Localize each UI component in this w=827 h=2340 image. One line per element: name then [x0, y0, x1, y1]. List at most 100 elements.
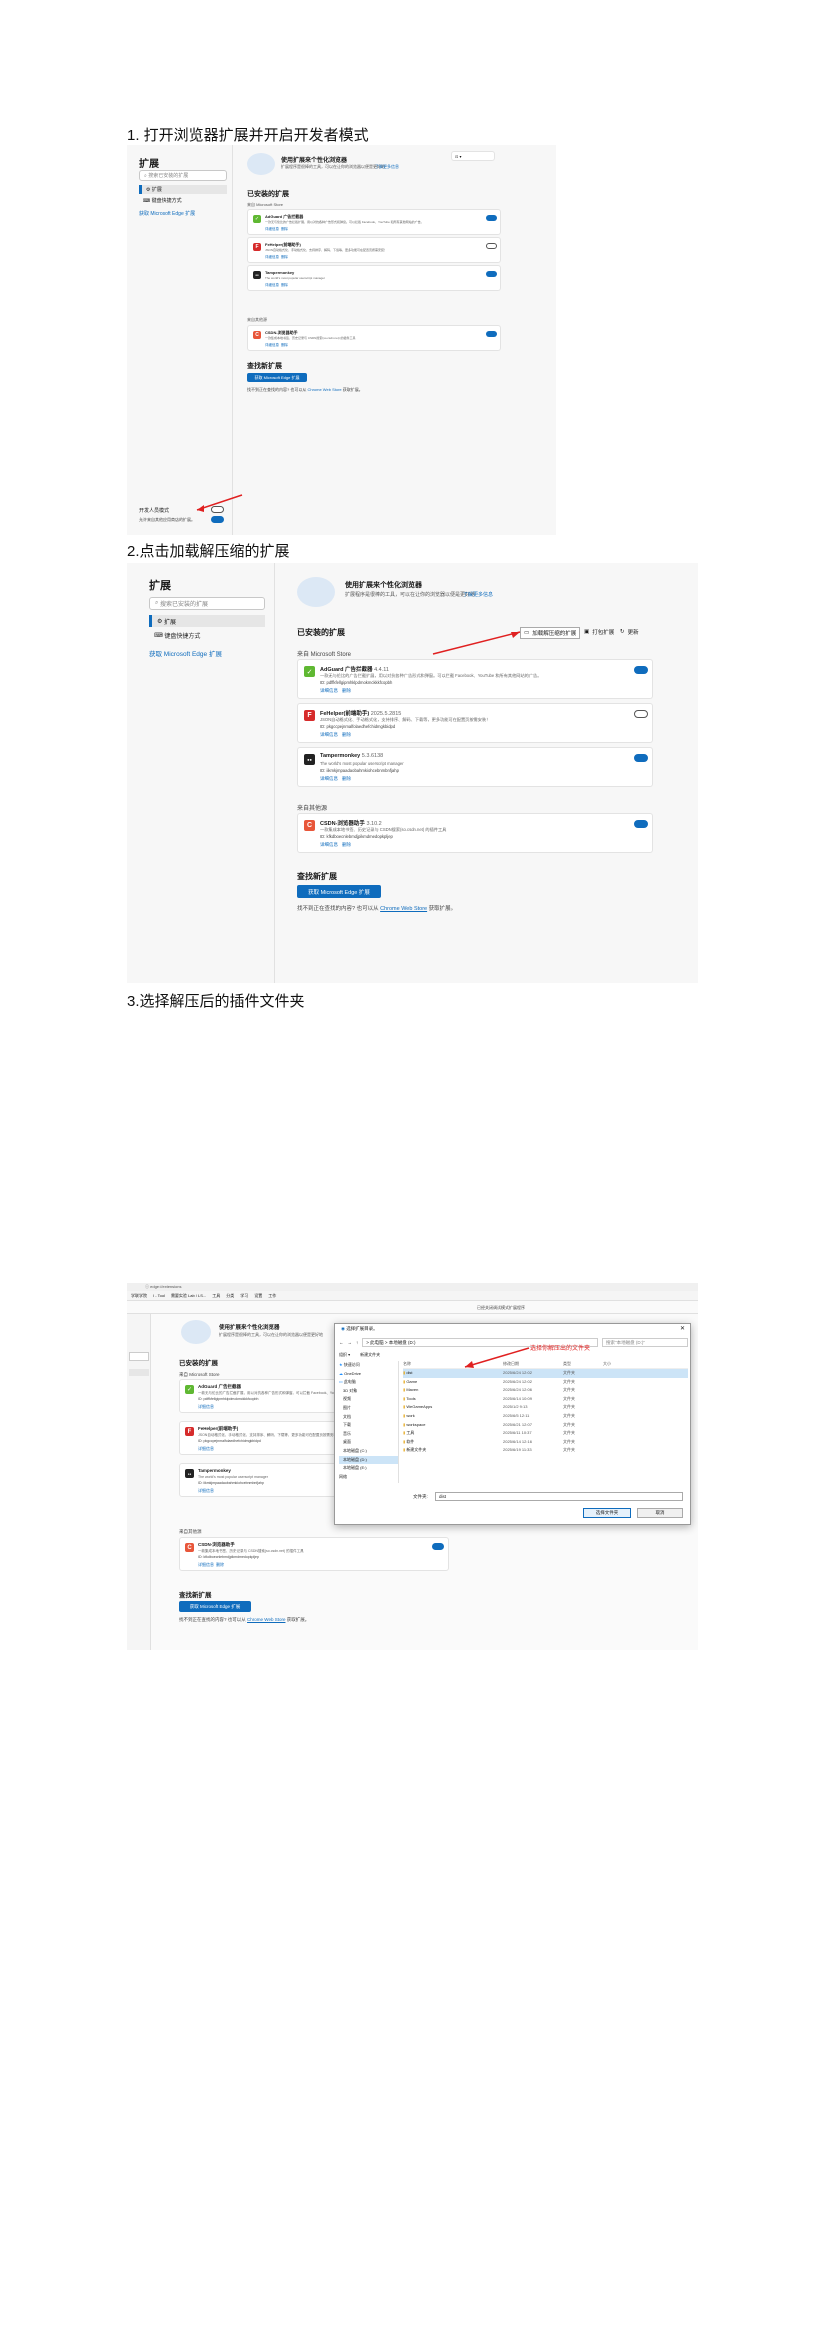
tree-item[interactable]: 音乐	[339, 1430, 398, 1439]
file-row[interactable]: ▮ Game 2025/6/24 12:02 文件夹	[403, 1378, 688, 1387]
learn-more-link[interactable]: 了解更多信息	[375, 164, 399, 170]
cancel-button[interactable]: 取消	[637, 1508, 683, 1518]
file-row[interactable]: ▮ workspace 2025/6/21 12:07 文件夹	[403, 1421, 688, 1430]
select-folder-button[interactable]: 选择文件夹	[583, 1508, 631, 1518]
details-link[interactable]: 详细信息	[265, 227, 279, 232]
details-link[interactable]: 详细信息	[265, 255, 279, 260]
sidebar-item-shortcuts[interactable]: ⌨ 键盘快捷方式	[149, 629, 265, 641]
chrome-store-link[interactable]: Chrome Web Store	[307, 387, 341, 392]
tree-item[interactable]: 3D 对象	[339, 1387, 398, 1396]
extension-toggle[interactable]	[634, 666, 648, 674]
tree-item[interactable]: 本地磁盘 (C:)	[339, 1447, 398, 1456]
sidebar-item-extensions[interactable]	[129, 1369, 149, 1376]
tree-item[interactable]: 文档	[339, 1413, 398, 1422]
remove-link[interactable]: 删除	[281, 227, 288, 232]
get-edge-extensions-link[interactable]: 获取 Microsoft Edge 扩展	[139, 210, 195, 217]
learn-more-link[interactable]: 了解更多信息	[463, 591, 493, 598]
extension-toggle[interactable]	[486, 215, 497, 221]
tree-item[interactable]: 本地磁盘 (D:)	[339, 1455, 398, 1465]
bookmark-item[interactable]: I - Tool	[153, 1293, 165, 1298]
tree-item[interactable]: 视频	[339, 1395, 398, 1404]
details-link[interactable]: 详细信息	[198, 1562, 214, 1568]
get-extensions-button[interactable]: 获取 Microsoft Edge 扩展	[297, 885, 381, 898]
bookmark-item[interactable]: 设置	[254, 1293, 262, 1299]
file-row[interactable]: ▮ 新建文件夹 2025/6/19 11:33 文件夹	[403, 1446, 688, 1455]
pack-extension-button[interactable]: ▣ 打包扩展	[584, 628, 614, 636]
file-row[interactable]: ▮ 软件 2025/6/14 12:16 文件夹	[403, 1438, 688, 1447]
tree-item[interactable]: 下载	[339, 1421, 398, 1430]
sidebar-item-extensions[interactable]: ⚙ 扩展	[139, 185, 227, 194]
file-row[interactable]: ▮ Tools 2025/6/14 10:09 文件夹	[403, 1395, 688, 1404]
remove-link[interactable]: 删除	[342, 776, 351, 782]
up-icon[interactable]: ↑	[356, 1340, 358, 1345]
get-extensions-button[interactable]: 获取 Microsoft Edge 扩展	[247, 373, 307, 382]
extension-toggle[interactable]	[432, 1543, 444, 1550]
file-row[interactable]: ▮ Maven 2025/6/24 12:06 文件夹	[403, 1386, 688, 1395]
extension-toggle[interactable]	[486, 331, 497, 337]
tree-item[interactable]: ▭ 此电脑	[339, 1378, 398, 1387]
bookmark-item[interactable]: 需要实验 Lab / LS...	[171, 1293, 206, 1299]
details-link[interactable]: 详细信息	[198, 1446, 214, 1452]
annotation-text: 选择你解压出的文件夹	[530, 1346, 591, 1352]
back-icon[interactable]: ←	[339, 1340, 344, 1345]
get-edge-extensions-link[interactable]: 获取 Microsoft Edge 扩展	[149, 648, 222, 658]
forward-icon[interactable]: →	[348, 1340, 353, 1345]
tree-item[interactable]: 图片	[339, 1404, 398, 1413]
details-link[interactable]: 详细信息	[265, 343, 279, 348]
tree-item[interactable]: 网络	[339, 1473, 398, 1482]
new-folder-button[interactable]: 新建文件夹	[360, 1352, 380, 1358]
column-header[interactable]: 类型	[563, 1361, 603, 1368]
details-link[interactable]: 详细信息	[320, 688, 338, 694]
update-button[interactable]: ↻ 更新	[620, 628, 639, 636]
language-dropdown[interactable]: ⊡ ▾	[451, 151, 495, 161]
bookmark-item[interactable]: 工具	[212, 1293, 220, 1299]
remove-link[interactable]: 删除	[342, 688, 351, 694]
remove-link[interactable]: 删除	[281, 255, 288, 260]
column-header[interactable]: 大小	[603, 1361, 633, 1368]
get-extensions-button[interactable]: 获取 Microsoft Edge 扩展	[179, 1601, 251, 1612]
close-icon[interactable]: ✕	[680, 1325, 685, 1332]
bookmark-item[interactable]: 学联学院	[131, 1293, 147, 1299]
details-link[interactable]: 详细信息	[265, 283, 279, 288]
remove-link[interactable]: 删除	[281, 343, 288, 348]
tree-item[interactable]: ☁ OneDrive	[339, 1370, 398, 1379]
extension-toggle[interactable]	[486, 243, 497, 249]
details-link[interactable]: 详细信息	[198, 1488, 214, 1494]
details-link[interactable]: 详细信息	[198, 1404, 214, 1410]
tree-item[interactable]: 本地磁盘 (E:)	[339, 1464, 398, 1473]
folder-name-input[interactable]: dist	[435, 1492, 683, 1501]
sidebar-item-shortcuts[interactable]: ⌨ 键盘快捷方式	[139, 196, 227, 205]
sidebar-item-extensions[interactable]: ⚙ 扩展	[149, 615, 265, 627]
details-link[interactable]: 详细信息	[320, 842, 338, 848]
chrome-store-link[interactable]: Chrome Web Store	[247, 1617, 285, 1622]
extension-toggle[interactable]	[634, 754, 648, 762]
search-input[interactable]: ⌕ 搜索已安装的扩展	[139, 170, 227, 181]
details-link[interactable]: 详细信息	[320, 732, 338, 738]
file-row[interactable]: ▮ work 2025/6/5 12:11 文件夹	[403, 1412, 688, 1421]
organize-button[interactable]: 组织 ▾	[339, 1352, 350, 1358]
address-bar[interactable]: ⓘ edge://extensions	[127, 1283, 698, 1291]
bookmark-item[interactable]: 学习	[240, 1293, 248, 1299]
remove-link[interactable]: 删除	[216, 1562, 224, 1568]
remove-link[interactable]: 删除	[342, 732, 351, 738]
extension-toggle[interactable]	[634, 820, 648, 828]
dialog-search-input[interactable]: 搜索"本地磁盘 (D:)"	[602, 1337, 688, 1347]
remove-link[interactable]: 删除	[342, 842, 351, 848]
tree-item[interactable]: ★ 快速访问	[339, 1361, 398, 1370]
load-unpacked-button[interactable]: ▭ 加载解压缩的扩展	[520, 627, 581, 639]
chrome-store-link[interactable]: Chrome Web Store	[380, 906, 427, 912]
bookmark-item[interactable]: 分类	[226, 1293, 234, 1299]
search-input[interactable]	[129, 1352, 149, 1361]
keyboard-icon: ⌨	[154, 632, 165, 639]
search-input[interactable]: ⌕ 搜索已安装的扩展	[149, 597, 265, 610]
extension-toggle[interactable]	[486, 271, 497, 277]
file-row[interactable]: ▮ WeGameApps 2025/1/2 9:13 文件夹	[403, 1403, 688, 1412]
file-row[interactable]: ▮ dist 2025/6/24 12:02 文件夹	[403, 1369, 688, 1378]
extension-name: CSDN-浏览器助手 3.10.2	[320, 821, 382, 827]
tree-item[interactable]: 桌面	[339, 1438, 398, 1447]
details-link[interactable]: 详细信息	[320, 776, 338, 782]
remove-link[interactable]: 删除	[281, 283, 288, 288]
file-row[interactable]: ▮ 工具 2025/6/11 10:37 文件夹	[403, 1429, 688, 1438]
bookmark-item[interactable]: 工作	[268, 1293, 276, 1299]
extension-toggle[interactable]	[634, 710, 648, 718]
